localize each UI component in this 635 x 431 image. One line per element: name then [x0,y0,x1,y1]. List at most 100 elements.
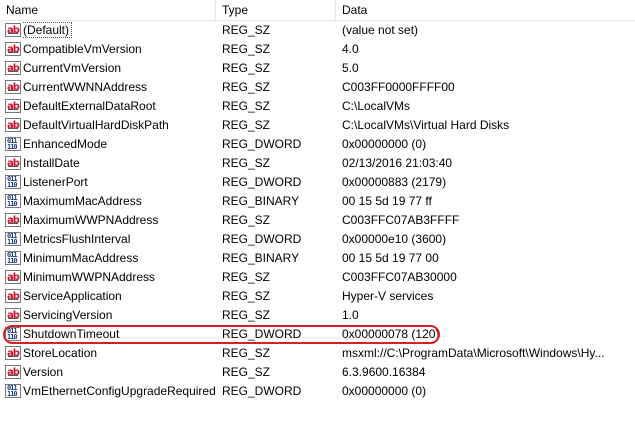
registry-value-row[interactable]: ab StoreLocation REG_SZ msxml://C:\ProgramD… [0,344,635,363]
binary-value-icon: 011 110 [5,137,21,151]
binary-value-icon: 011 110 [5,194,21,208]
string-value-icon: ab [5,23,21,37]
column-header-name[interactable]: Name [0,0,216,21]
value-data: 0x00000883 (2179) [342,175,447,189]
value-name: Version [23,365,64,379]
value-data: C:\LocalVMs\Virtual Hard Disks [342,118,510,132]
highlight-ellipse [3,325,440,344]
value-data: 00 15 5d 19 77 00 [342,251,439,265]
string-value-icon: ab [5,365,21,379]
string-value-icon: ab [5,61,21,75]
value-name: VmEthernetConfigUpgradeRequired [23,384,216,398]
value-type: REG_SZ [222,61,271,75]
value-type: REG_SZ [222,289,271,303]
value-data: (value not set) [342,23,419,37]
string-value-icon: ab [5,308,21,322]
string-value-icon: ab [5,118,21,132]
registry-value-row[interactable]: 011 110 MaximumMacAddress REG_BINARY 00 15 5… [0,192,635,211]
value-type: REG_SZ [222,80,271,94]
value-name: DefaultVirtualHardDiskPath [23,118,169,132]
value-type: REG_SZ [222,156,271,170]
value-name: ServicingVersion [23,308,113,322]
string-value-icon: ab [5,156,21,170]
value-data: Hyper-V services [342,289,434,303]
value-type: REG_DWORD [222,384,302,398]
value-name: CurrentVmVersion [23,61,122,75]
value-type: REG_SZ [222,42,271,56]
value-type: REG_SZ [222,346,271,360]
value-type: REG_DWORD [222,137,302,151]
registry-value-row[interactable]: ab InstallDate REG_SZ 02/13/2016 21:03:40 [0,154,635,173]
string-value-icon: ab [5,42,21,56]
value-name: ListenerPort [23,175,88,189]
value-name: MinimumWWPNAddress [23,270,156,284]
string-value-icon: ab [5,99,21,113]
value-type: REG_DWORD [222,232,302,246]
registry-value-row[interactable]: ab CurrentVmVersion REG_SZ 5.0 [0,59,635,78]
registry-value-row[interactable]: ab MinimumWWPNAddress REG_SZ C003FFC07AB300… [0,268,635,287]
value-name: MinimumMacAddress [23,251,139,265]
value-name: DefaultExternalDataRoot [23,99,156,113]
binary-value-icon: 011 110 [5,232,21,246]
registry-value-row[interactable]: ab DefaultVirtualHardDiskPath REG_SZ C:\Loc… [0,116,635,135]
value-name: EnhancedMode [23,137,108,151]
registry-value-list: ab (Default) REG_SZ (value not set) ab Compat… [0,21,635,401]
value-data: C003FFC07AB30000 [342,270,457,284]
column-header-type[interactable]: Type [216,0,336,21]
value-name: MaximumWWPNAddress [23,213,159,227]
value-type: REG_DWORD [222,175,302,189]
value-data: 0x00000000 (0) [342,137,427,151]
registry-value-row[interactable]: ab MaximumWWPNAddress REG_SZ C003FFC07AB3FF… [0,211,635,230]
value-name: StoreLocation [23,346,98,360]
value-data: msxml://C:\ProgramData\Microsoft\Windows… [342,346,605,360]
registry-value-row[interactable]: ab (Default) REG_SZ (value not set) [0,21,635,40]
column-header-data[interactable]: Data [336,0,635,21]
value-data: 0x00000000 (0) [342,384,427,398]
value-data: C003FFC07AB3FFFF [342,213,460,227]
registry-value-row[interactable]: ab CompatibleVmVersion REG_SZ 4.0 [0,40,635,59]
value-data: C003FF0000FFFF00 [342,80,455,94]
registry-value-row[interactable]: ab CurrentWWNNAddress REG_SZ C003FF0000FFFF… [0,78,635,97]
registry-value-row[interactable]: ab Version REG_SZ 6.3.9600.16384 [0,363,635,382]
value-type: REG_SZ [222,99,271,113]
value-data: 0x00000e10 (3600) [342,232,447,246]
value-data: C:\LocalVMs [342,99,411,113]
registry-value-row[interactable]: ab ServicingVersion REG_SZ 1.0 [0,306,635,325]
string-value-icon: ab [5,80,21,94]
string-value-icon: ab [5,289,21,303]
registry-value-row[interactable]: 011 110 ListenerPort REG_DWORD 0x00000883 (2… [0,173,635,192]
binary-value-icon: 011 110 [5,384,21,398]
registry-value-row[interactable]: 011 110 EnhancedMode REG_DWORD 0x00000000 (0… [0,135,635,154]
value-type: REG_SZ [222,118,271,132]
value-type: REG_BINARY [222,251,300,265]
binary-value-icon: 011 110 [5,175,21,189]
value-data: 5.0 [342,61,359,75]
value-type: REG_SZ [222,213,271,227]
value-data: 02/13/2016 21:03:40 [342,156,453,170]
value-data: 00 15 5d 19 77 ff [342,194,432,208]
registry-value-row[interactable]: 011 110 MinimumMacAddress REG_BINARY 00 15 5… [0,249,635,268]
registry-value-row[interactable]: 011 110 MetricsFlushInterval REG_DWORD 0x000… [0,230,635,249]
string-value-icon: ab [5,346,21,360]
value-type: REG_SZ [222,270,271,284]
binary-value-icon: 011 110 [5,251,21,265]
column-header-bar: Name Type Data [0,0,635,21]
value-type: REG_BINARY [222,194,300,208]
value-name: InstallDate [23,156,80,170]
value-data: 1.0 [342,308,359,322]
value-data: 4.0 [342,42,359,56]
value-type: REG_SZ [222,365,271,379]
value-name: CurrentWWNNAddress [23,80,148,94]
value-type: REG_SZ [222,308,271,322]
string-value-icon: ab [5,270,21,284]
value-name: (Default) [23,21,216,40]
focused-value-name: (Default) [23,22,73,38]
value-data: 6.3.9600.16384 [342,365,426,379]
value-name: CompatibleVmVersion [23,42,142,56]
registry-value-row[interactable]: ab ServiceApplication REG_SZ Hyper-V servic… [0,287,635,306]
value-name: MaximumMacAddress [23,194,142,208]
string-value-icon: ab [5,213,21,227]
registry-value-row[interactable]: ab DefaultExternalDataRoot REG_SZ C:\LocalV… [0,97,635,116]
value-name: ServiceApplication [23,289,122,303]
registry-value-row[interactable]: 011 110 VmEthernetConfigUpgradeRequired REG… [0,382,635,401]
